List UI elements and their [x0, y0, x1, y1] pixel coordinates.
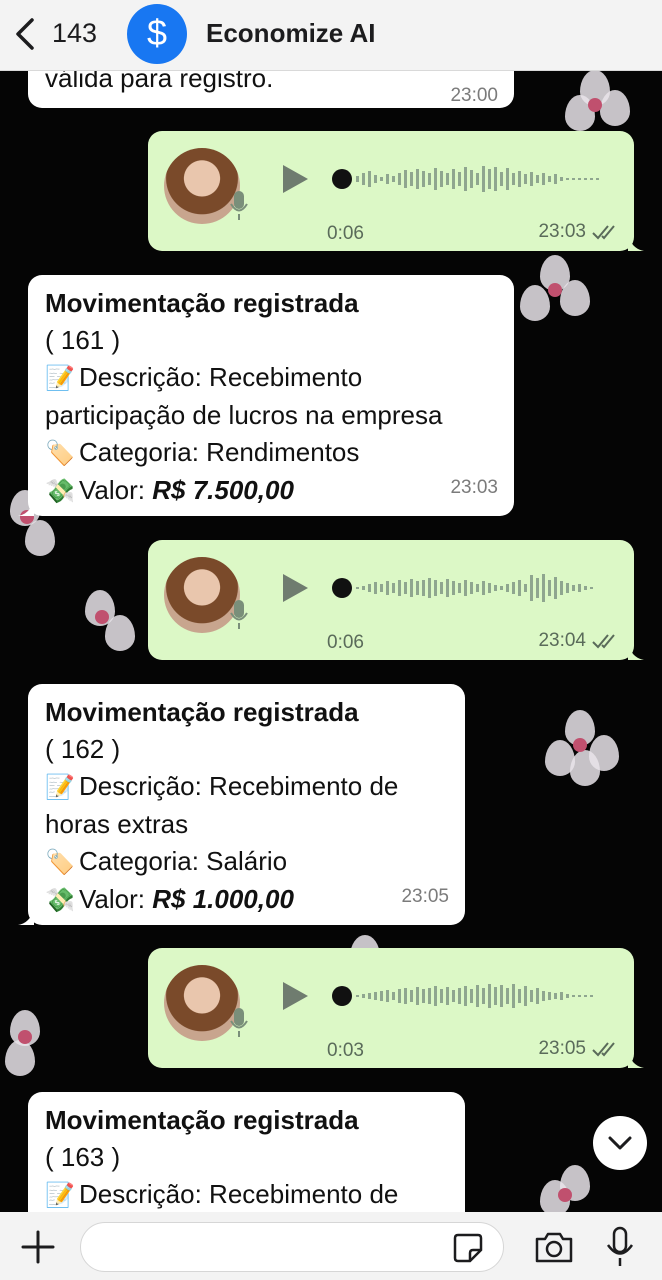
- avatar: [164, 557, 240, 633]
- message-bubble-incoming[interactable]: Movimentação registrada ( 162 ) 📝 Descriç…: [18, 684, 465, 925]
- bubble-tail: [628, 644, 644, 660]
- chevron-left-icon[interactable]: [12, 17, 40, 51]
- message-title: Movimentação registrada: [45, 697, 359, 727]
- tag-icon: 🏷️: [45, 440, 75, 467]
- voice-duration: 0:06: [327, 223, 364, 244]
- transaction-description: Descrição: Recebimento de: [79, 1179, 399, 1209]
- valor-label: Valor:: [79, 884, 145, 914]
- transaction-value: R$ 1.000,00: [152, 884, 294, 914]
- voice-message-bubble[interactable]: 0:06 23:04: [148, 540, 644, 660]
- play-icon[interactable]: [280, 163, 310, 195]
- bubble-tail: [628, 1052, 644, 1068]
- transaction-category: Categoria: Rendimentos: [79, 437, 360, 467]
- contact-name[interactable]: Economize AI: [206, 18, 376, 49]
- avatar: [164, 965, 240, 1041]
- money-icon: 💸: [45, 478, 75, 505]
- double-check-icon: [592, 1042, 615, 1057]
- microphone-icon[interactable]: [605, 1226, 635, 1268]
- bubble-tail: [628, 235, 644, 251]
- tag-icon: 🏷️: [45, 849, 75, 876]
- bubble-tail: [18, 909, 34, 925]
- message-time: 23:03: [450, 477, 498, 498]
- microphone-icon: [230, 191, 248, 220]
- microphone-icon: [230, 1008, 248, 1037]
- message-bubble-incoming[interactable]: Movimentação registrada ( 161 ) 📝 Descriç…: [18, 275, 514, 516]
- transaction-category: Categoria: Salário: [79, 846, 288, 876]
- message-time: 23:00: [450, 85, 498, 106]
- message-time: 23:05: [401, 886, 449, 907]
- camera-icon[interactable]: [534, 1230, 574, 1264]
- audio-waveform[interactable]: [332, 163, 612, 195]
- message-time: 23:03: [538, 221, 586, 242]
- transaction-id: ( 163 ): [45, 1142, 121, 1172]
- memo-icon: 📝: [45, 1182, 75, 1209]
- memo-icon: 📝: [45, 774, 75, 801]
- audio-waveform[interactable]: [332, 572, 612, 604]
- message-time: 23:05: [538, 1038, 586, 1059]
- scroll-to-bottom-button[interactable]: [593, 1116, 647, 1170]
- message-input[interactable]: [80, 1222, 504, 1272]
- voice-message-bubble[interactable]: 0:06 23:03: [148, 131, 644, 251]
- voice-duration: 0:03: [327, 1040, 364, 1061]
- bubble-tail: [18, 500, 34, 516]
- voice-message-bubble[interactable]: 0:03 23:05: [148, 948, 644, 1068]
- message-title: Movimentação registrada: [45, 1105, 359, 1135]
- money-icon: 💸: [45, 887, 75, 914]
- chevron-down-icon: [608, 1136, 632, 1150]
- message-time: 23:04: [538, 630, 586, 651]
- transaction-id: ( 162 ): [45, 734, 121, 764]
- unread-count[interactable]: 143: [52, 18, 97, 49]
- microphone-icon: [230, 600, 248, 629]
- valor-label: Valor:: [79, 475, 145, 505]
- voice-duration: 0:06: [327, 632, 364, 653]
- contact-avatar[interactable]: $: [127, 4, 187, 64]
- chat-header: 143 $ Economize AI: [0, 0, 662, 71]
- sticker-icon[interactable]: [452, 1232, 484, 1264]
- transaction-description: Descrição: Recebimento de horas extras: [45, 771, 399, 839]
- audio-waveform[interactable]: [332, 980, 612, 1012]
- memo-icon: 📝: [45, 365, 75, 392]
- message-composer: [0, 1212, 662, 1280]
- play-icon[interactable]: [280, 980, 310, 1012]
- avatar: [164, 148, 240, 224]
- transaction-id: ( 161 ): [45, 325, 121, 355]
- transaction-description: Descrição: Recebimento participação de l…: [45, 362, 443, 430]
- play-icon[interactable]: [280, 572, 310, 604]
- double-check-icon: [592, 225, 615, 240]
- double-check-icon: [592, 634, 615, 649]
- plus-icon[interactable]: [20, 1229, 56, 1265]
- message-title: Movimentação registrada: [45, 288, 359, 318]
- transaction-value: R$ 7.500,00: [152, 475, 294, 505]
